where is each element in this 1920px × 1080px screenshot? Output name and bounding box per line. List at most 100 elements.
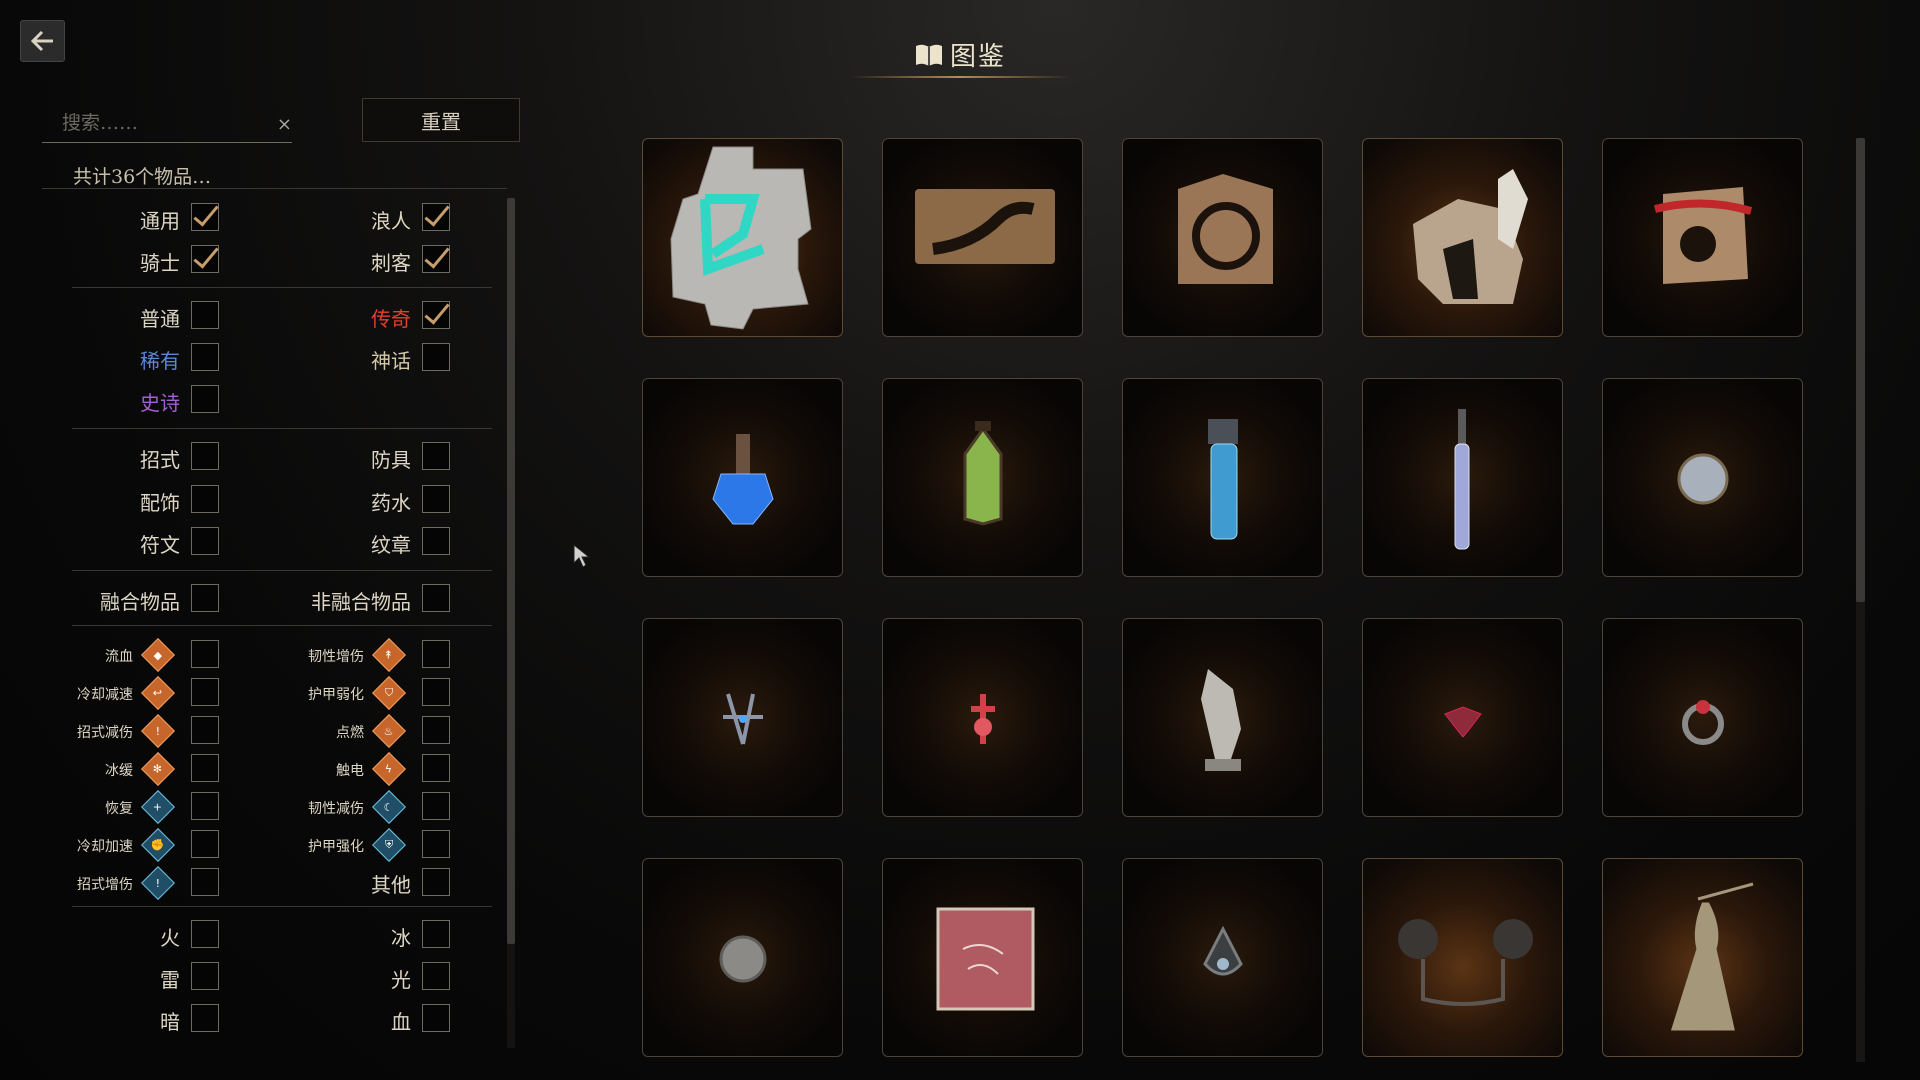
filter-label-crest: 纹章 bbox=[371, 533, 411, 557]
checkbox-blood[interactable] bbox=[422, 1004, 450, 1032]
item-tile[interactable] bbox=[1122, 618, 1323, 817]
checkbox-armor-weaken[interactable] bbox=[422, 678, 450, 706]
checkbox-armor-boost[interactable] bbox=[422, 830, 450, 858]
checkbox-bleed[interactable] bbox=[191, 640, 219, 668]
item-tile[interactable] bbox=[642, 858, 843, 1057]
clear-search-icon[interactable]: × bbox=[277, 114, 292, 135]
item-tile[interactable] bbox=[642, 378, 843, 577]
ruby-ring-icon bbox=[1682, 700, 1724, 745]
lantern-potion-icon bbox=[963, 421, 1003, 526]
item-tile[interactable] bbox=[1602, 378, 1803, 577]
checkbox-crest[interactable] bbox=[422, 527, 450, 555]
checkbox-shock[interactable] bbox=[422, 754, 450, 782]
item-tile[interactable] bbox=[1602, 858, 1803, 1057]
item-tile[interactable] bbox=[1362, 378, 1563, 577]
goddess-statue-icon bbox=[1670, 882, 1754, 1031]
checkbox-poise-reduce[interactable] bbox=[422, 792, 450, 820]
checkbox-poise-damage[interactable] bbox=[422, 640, 450, 668]
filter-label-assassin: 刺客 bbox=[371, 251, 411, 275]
checkbox-fire[interactable] bbox=[191, 920, 219, 948]
teardrop-amulet-icon bbox=[1203, 925, 1243, 976]
checkbox-non-fused[interactable] bbox=[422, 584, 450, 612]
item-count-label: 共计36个物品… bbox=[73, 166, 212, 188]
crossed-blades-icon bbox=[723, 693, 763, 745]
filter-label-rare: 稀有 bbox=[140, 349, 180, 373]
checkbox-skill-reduce[interactable] bbox=[191, 716, 219, 744]
cooldown-speed-icon: ✊ bbox=[141, 828, 175, 862]
checkbox-armor[interactable] bbox=[422, 442, 450, 470]
item-tile[interactable] bbox=[882, 138, 1083, 337]
checkbox-common[interactable] bbox=[191, 301, 219, 329]
item-tile[interactable] bbox=[882, 858, 1083, 1057]
checkbox-epic[interactable] bbox=[191, 385, 219, 413]
item-tile[interactable] bbox=[1122, 858, 1323, 1057]
checkbox-legendary[interactable] bbox=[422, 301, 450, 329]
filter-scrollbar-thumb[interactable] bbox=[507, 198, 515, 944]
checkbox-ronin[interactable] bbox=[422, 203, 450, 231]
filter-label-other: 其他 bbox=[371, 873, 411, 897]
checkbox-other[interactable] bbox=[422, 868, 450, 896]
filter-label-rune: 符文 bbox=[140, 533, 180, 557]
item-tile[interactable] bbox=[1122, 378, 1323, 577]
eagle-statue-icon bbox=[1201, 669, 1241, 771]
checkbox-heal[interactable] bbox=[191, 792, 219, 820]
item-tile[interactable] bbox=[1362, 618, 1563, 817]
filter-label-heal: 恢复 bbox=[105, 801, 133, 817]
checkbox-skill[interactable] bbox=[191, 442, 219, 470]
back-button[interactable] bbox=[20, 20, 65, 62]
item-tile[interactable] bbox=[1122, 138, 1323, 337]
grid-scrollbar-thumb[interactable] bbox=[1856, 138, 1865, 602]
reset-button[interactable]: 重置 bbox=[362, 98, 520, 142]
red-cross-charm-icon bbox=[971, 694, 995, 744]
red-book-icon bbox=[936, 907, 1035, 1011]
filter-label-poise-damage: 韧性增伤 bbox=[308, 649, 364, 665]
checkbox-knight[interactable] bbox=[191, 245, 219, 273]
frost-slow-icon: ✻ bbox=[141, 752, 175, 786]
item-tile[interactable] bbox=[882, 618, 1083, 817]
title-text: 图鉴 bbox=[949, 42, 1006, 72]
checkbox-cooldown-speed[interactable] bbox=[191, 830, 219, 858]
checkbox-accessory[interactable] bbox=[191, 485, 219, 513]
filter-label-bleed: 流血 bbox=[105, 649, 133, 665]
divider bbox=[72, 906, 492, 907]
filter-label-ronin: 浪人 bbox=[371, 209, 411, 233]
filter-label-skill-boost: 招式增伤 bbox=[77, 877, 133, 893]
search-input[interactable] bbox=[42, 108, 272, 138]
filter-label-general: 通用 bbox=[140, 209, 180, 233]
filter-label-cooldown-speed: 冷却加速 bbox=[77, 839, 133, 855]
item-tile[interactable] bbox=[882, 378, 1083, 577]
item-tile[interactable] bbox=[1362, 858, 1563, 1057]
checkbox-fused[interactable] bbox=[191, 584, 219, 612]
checkbox-cooldown-slow[interactable] bbox=[191, 678, 219, 706]
checkbox-thunder[interactable] bbox=[191, 962, 219, 990]
checkbox-mythic[interactable] bbox=[422, 343, 450, 371]
item-tile[interactable] bbox=[1362, 138, 1563, 337]
item-tile[interactable] bbox=[642, 138, 843, 337]
checkbox-dark[interactable] bbox=[191, 1004, 219, 1032]
item-tile[interactable] bbox=[642, 618, 843, 817]
red-gem-brooch-icon bbox=[1444, 706, 1482, 738]
filter-label-light: 光 bbox=[391, 968, 411, 992]
broken-totem-icon bbox=[1413, 169, 1528, 304]
checkbox-general[interactable] bbox=[191, 203, 219, 231]
checkbox-potion[interactable] bbox=[422, 485, 450, 513]
search-box: × bbox=[42, 108, 292, 143]
checkbox-ice[interactable] bbox=[422, 920, 450, 948]
filter-label-poise-reduce: 韧性减伤 bbox=[308, 801, 364, 817]
checkbox-frost-slow[interactable] bbox=[191, 754, 219, 782]
filter-label-armor-weaken: 护甲弱化 bbox=[308, 687, 364, 703]
back-arrow-icon bbox=[30, 30, 53, 52]
checkbox-skill-boost[interactable] bbox=[191, 868, 219, 896]
checkbox-assassin[interactable] bbox=[422, 245, 450, 273]
item-tile[interactable] bbox=[1602, 138, 1803, 337]
item-tile[interactable] bbox=[1602, 618, 1803, 817]
checkbox-light[interactable] bbox=[422, 962, 450, 990]
filter-label-shock: 触电 bbox=[336, 763, 364, 779]
filter-label-skill-reduce: 招式减伤 bbox=[77, 725, 133, 741]
checkbox-ignite[interactable] bbox=[422, 716, 450, 744]
checkbox-rune[interactable] bbox=[191, 527, 219, 555]
book-icon bbox=[915, 44, 942, 66]
checkbox-rare[interactable] bbox=[191, 343, 219, 371]
wooden-plaque-icon bbox=[1178, 174, 1273, 284]
cooldown-slow-icon: ↩ bbox=[141, 676, 175, 710]
